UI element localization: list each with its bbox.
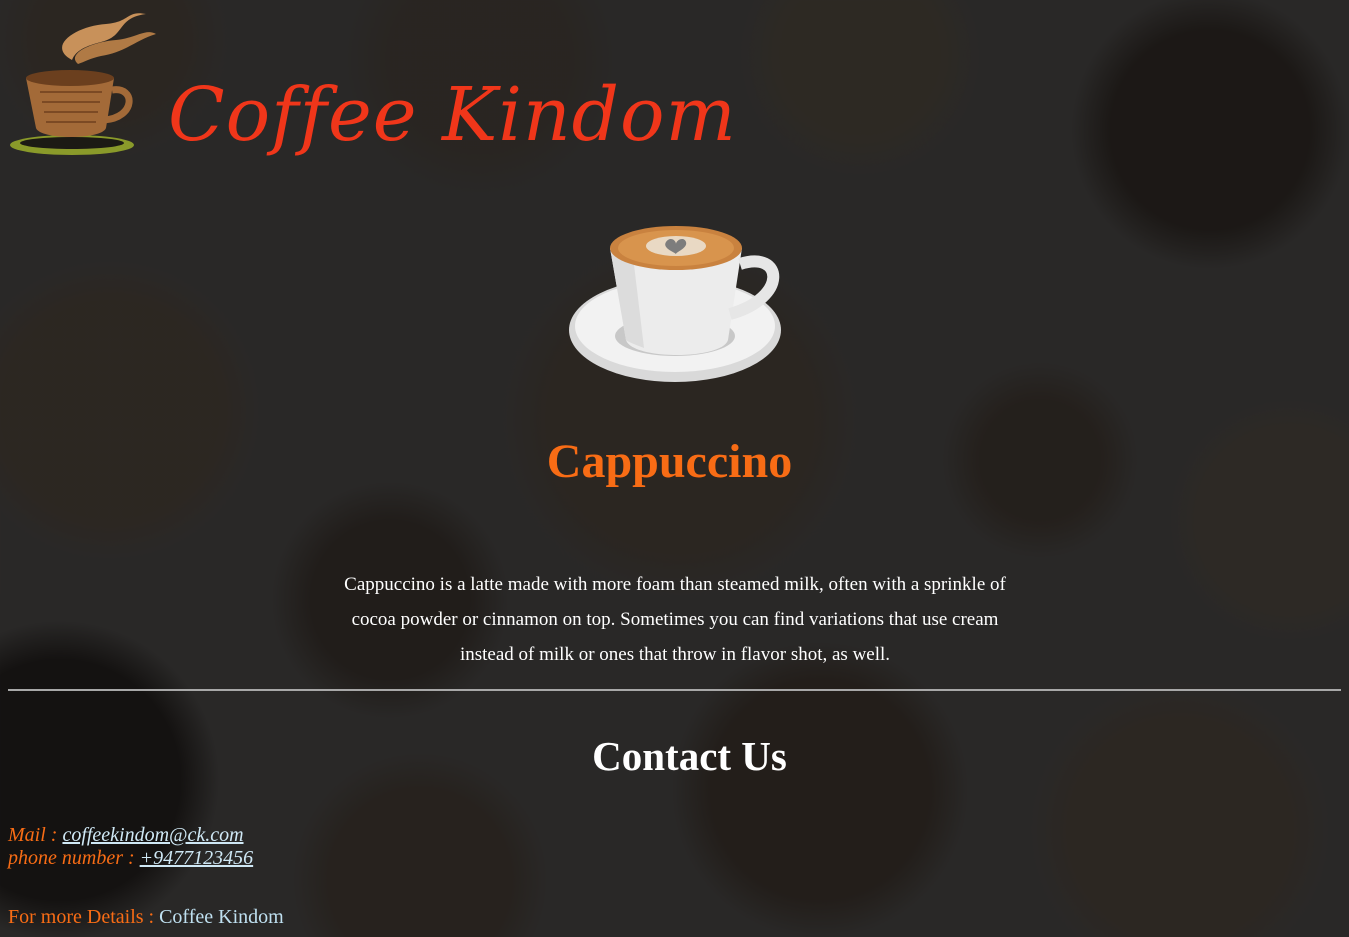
product-description: Cappuccino is a latte made with more foa… xyxy=(344,574,1006,665)
details-label: For more Details : xyxy=(8,906,160,928)
contact-info: Mail : coffeekindom@ck.com phone number … xyxy=(8,824,253,870)
phone-link[interactable]: +9477123456 xyxy=(140,847,254,869)
mail-line: Mail : coffeekindom@ck.com xyxy=(8,824,253,847)
mail-link[interactable]: coffeekindom@ck.com xyxy=(62,824,243,846)
divider xyxy=(8,689,1341,691)
phone-label: phone number : xyxy=(8,847,140,869)
coffee-cup-logo-icon xyxy=(6,6,156,161)
cappuccino-cup-image xyxy=(562,218,792,414)
mail-label: Mail : xyxy=(8,824,63,846)
details-line: For more Details : Coffee Kindom xyxy=(8,906,284,929)
contact-title: Contact Us xyxy=(592,733,787,779)
brand-title: Coffee Kindom xyxy=(168,72,737,158)
product-title: Cappuccino xyxy=(546,435,793,488)
page: Coffee Kindom Cappuccino Cappuccino is a… xyxy=(0,0,1349,937)
phone-line: phone number : +9477123456 xyxy=(8,847,253,870)
details-site-name: Coffee Kindom xyxy=(159,906,284,928)
